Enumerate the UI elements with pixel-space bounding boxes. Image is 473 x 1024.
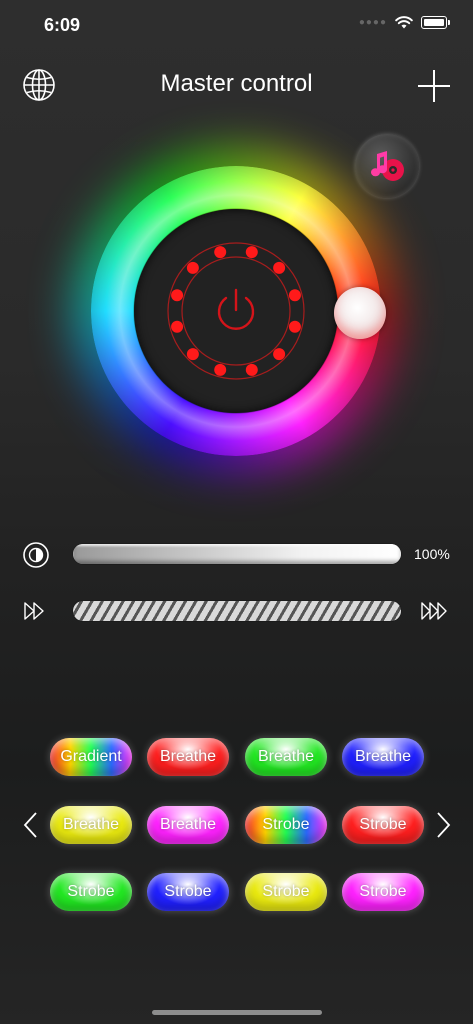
led-dot <box>273 261 286 274</box>
effect-button-breathe[interactable]: Breathe <box>147 738 229 776</box>
effect-button-breathe[interactable]: Breathe <box>245 738 327 776</box>
status-icons: ●●●● <box>358 16 450 29</box>
led-dot <box>273 348 286 361</box>
led-dot <box>171 289 184 302</box>
effect-label: Gradient <box>60 748 122 765</box>
effect-label: Breathe <box>62 816 120 833</box>
power-icon[interactable] <box>211 286 261 336</box>
speed-slider-fill <box>73 601 401 621</box>
brightness-slider-fill <box>73 544 401 564</box>
effect-label: Breathe <box>354 748 412 765</box>
led-dot <box>186 348 199 361</box>
effect-button-strobe[interactable]: Strobe <box>147 873 229 911</box>
led-dot <box>214 363 227 376</box>
effect-label: Strobe <box>359 883 407 900</box>
effect-button-breathe[interactable]: Breathe <box>147 806 229 844</box>
effect-button-strobe[interactable]: Strobe <box>245 873 327 911</box>
chevron-right-icon[interactable] <box>432 810 454 840</box>
led-dot <box>288 320 301 333</box>
brightness-icon <box>23 542 49 568</box>
effect-label: Strobe <box>262 883 310 900</box>
power-panel <box>134 209 338 413</box>
page-title: Master control <box>160 70 313 97</box>
effect-label: Strobe <box>67 883 115 900</box>
effect-label: Strobe <box>359 816 407 833</box>
signal-dots-icon: ●●●● <box>358 17 387 28</box>
effect-label: Strobe <box>164 883 212 900</box>
brightness-slider[interactable] <box>73 544 401 564</box>
effect-button-strobe[interactable]: Strobe <box>342 873 424 911</box>
wifi-icon <box>395 16 413 29</box>
color-wheel[interactable] <box>73 148 399 474</box>
chevron-left-icon[interactable] <box>20 810 42 840</box>
effect-label: Strobe <box>262 816 310 833</box>
led-dot <box>171 320 184 333</box>
effect-button-breathe[interactable]: Breathe <box>342 738 424 776</box>
effect-button-strobe[interactable]: Strobe <box>245 806 327 844</box>
led-dot <box>186 261 199 274</box>
battery-icon <box>421 16 450 29</box>
effect-button-gradient[interactable]: Gradient <box>50 738 132 776</box>
effect-label: Breathe <box>159 748 217 765</box>
speed-fast-icon <box>421 602 447 620</box>
status-time: 6:09 <box>44 15 81 35</box>
speed-slow-icon <box>24 602 44 620</box>
plus-icon[interactable] <box>416 68 452 104</box>
home-indicator[interactable] <box>152 1010 322 1015</box>
brightness-value: 100% <box>414 546 450 562</box>
effect-label: Breathe <box>159 816 217 833</box>
led-dot <box>245 363 258 376</box>
led-dot <box>214 246 227 259</box>
color-wheel-knob[interactable] <box>334 287 386 339</box>
effect-button-breathe[interactable]: Breathe <box>50 806 132 844</box>
led-dot <box>245 246 258 259</box>
effect-button-strobe[interactable]: Strobe <box>50 873 132 911</box>
effect-button-strobe[interactable]: Strobe <box>342 806 424 844</box>
speed-slider[interactable] <box>73 601 401 621</box>
effect-label: Breathe <box>257 748 315 765</box>
led-dot <box>288 289 301 302</box>
